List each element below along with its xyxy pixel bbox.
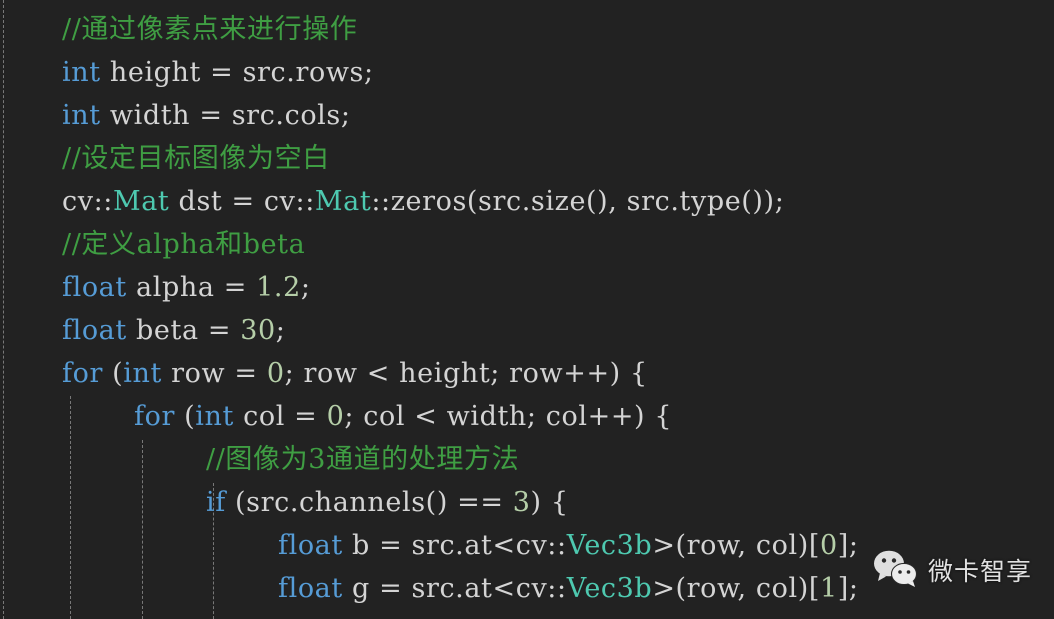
code-token: int xyxy=(195,401,234,432)
code-token: 1.2 xyxy=(256,272,301,303)
code-token: for xyxy=(62,358,103,389)
code-token: height = src.rows; xyxy=(100,57,374,88)
code-token: ; col < width; col++) { xyxy=(344,401,673,432)
code-token: Mat xyxy=(314,186,372,217)
code-line[interactable]: //通过像素点来进行操作 xyxy=(0,8,1054,51)
code-line[interactable]: //设定目标图像为空白 xyxy=(0,137,1054,180)
code-token: //图像为3通道的处理方法 xyxy=(206,444,520,475)
code-line[interactable]: int width = src.cols; xyxy=(0,94,1054,137)
code-token: 0 xyxy=(819,530,838,561)
code-line[interactable]: float beta = 30; xyxy=(0,309,1054,352)
code-line[interactable]: if (src.channels() == 3) { xyxy=(0,481,1054,524)
code-token: cv:: xyxy=(62,186,113,217)
code-token: >(row, col)[ xyxy=(652,573,820,604)
code-line[interactable]: float alpha = 1.2; xyxy=(0,266,1054,309)
code-line[interactable]: //定义alpha和beta xyxy=(0,223,1054,266)
code-token: int xyxy=(123,358,162,389)
code-token: ) { xyxy=(530,487,569,518)
code-token: 0 xyxy=(266,358,285,389)
code-token: Vec3b xyxy=(566,573,653,604)
code-token: alpha = xyxy=(126,272,257,303)
code-token: ( xyxy=(102,358,124,389)
code-token: >(row, col)[ xyxy=(652,530,820,561)
code-token: dst = cv:: xyxy=(169,186,315,217)
code-line[interactable]: cv::Mat dst = cv::Mat::zeros(src.size(),… xyxy=(0,180,1054,223)
code-line[interactable]: for (int col = 0; col < width; col++) { xyxy=(0,395,1054,438)
code-token: float xyxy=(278,573,343,604)
code-token: Vec3b xyxy=(566,530,653,561)
code-token: if xyxy=(206,487,226,518)
code-line[interactable]: float r = src.at<cv::Vec3b>(row, col)[2]… xyxy=(0,610,1054,619)
code-line[interactable]: float g = src.at<cv::Vec3b>(row, col)[1]… xyxy=(0,567,1054,610)
code-token: int xyxy=(62,100,101,131)
code-token: 30 xyxy=(240,315,276,346)
code-token: 0 xyxy=(326,401,345,432)
code-token: beta = xyxy=(126,315,241,346)
code-token: float xyxy=(278,530,343,561)
code-screenshot: //通过像素点来进行操作 int height = src.rows; int wi… xyxy=(0,0,1054,619)
code-line[interactable]: float b = src.at<cv::Vec3b>(row, col)[0]… xyxy=(0,524,1054,567)
code-token: ; xyxy=(300,272,311,303)
code-token: ::zeros(src.size(), src.type()); xyxy=(371,186,785,217)
code-line[interactable]: int height = src.rows; xyxy=(0,51,1054,94)
code-token: ( xyxy=(174,401,196,432)
code-token: col = xyxy=(233,401,327,432)
code-token: int xyxy=(62,57,101,88)
code-token: ]; xyxy=(837,573,859,604)
code-token: b = src.at<cv:: xyxy=(342,530,567,561)
code-token: Mat xyxy=(112,186,170,217)
code-token: 3 xyxy=(512,487,531,518)
code-token: //定义alpha和beta xyxy=(62,229,306,260)
code-editor-content[interactable]: //通过像素点来进行操作 int height = src.rows; int wi… xyxy=(0,0,1054,619)
code-token: ; xyxy=(275,315,286,346)
code-token: ; row < height; row++) { xyxy=(284,358,648,389)
code-token: float xyxy=(62,315,127,346)
code-token: //通过像素点来进行操作 xyxy=(62,14,358,45)
code-token: (src.channels() == xyxy=(225,487,513,518)
code-line[interactable]: for (int row = 0; row < height; row++) { xyxy=(0,352,1054,395)
code-line[interactable]: //图像为3通道的处理方法 xyxy=(0,438,1054,481)
code-token: row = xyxy=(161,358,267,389)
code-token: //设定目标图像为空白 xyxy=(62,143,330,174)
code-token: float xyxy=(62,272,127,303)
code-token: width = src.cols; xyxy=(100,100,351,131)
code-token: for xyxy=(134,401,175,432)
code-token: 1 xyxy=(819,573,838,604)
code-token: ]; xyxy=(837,530,859,561)
code-token: g = src.at<cv:: xyxy=(342,573,567,604)
